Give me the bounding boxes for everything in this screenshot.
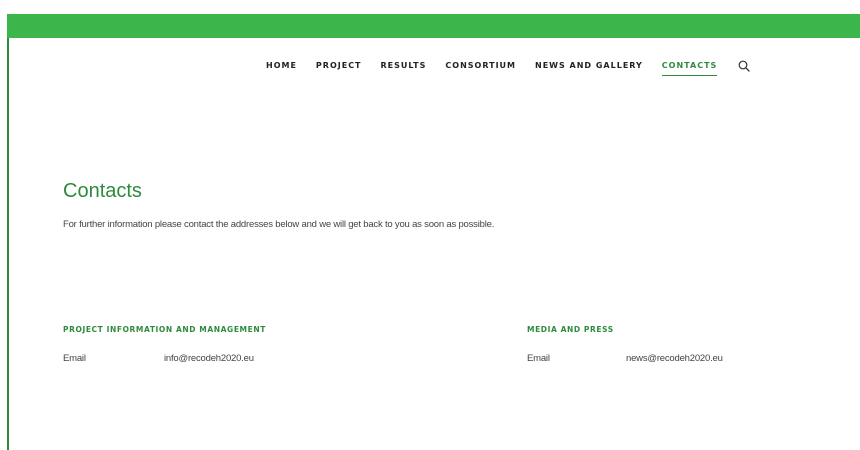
email-label-project: Email bbox=[63, 353, 86, 364]
search-icon[interactable] bbox=[737, 59, 751, 73]
email-link-project[interactable]: info@recodeh2020.eu bbox=[164, 353, 254, 364]
page-title: Contacts bbox=[63, 180, 142, 202]
top-green-bar bbox=[7, 14, 860, 38]
nav-item-home[interactable]: HOME bbox=[266, 60, 297, 72]
nav-item-news-and-gallery[interactable]: NEWS AND GALLERY bbox=[535, 60, 643, 72]
left-border bbox=[7, 14, 9, 450]
main-navigation: HOME PROJECT RESULTS CONSORTIUM NEWS AND… bbox=[266, 56, 751, 76]
section-title-media-and-press: MEDIA AND PRESS bbox=[527, 325, 614, 334]
nav-item-results[interactable]: RESULTS bbox=[381, 60, 427, 72]
intro-text: For further information please contact t… bbox=[63, 219, 495, 230]
email-label-media: Email bbox=[527, 353, 550, 364]
nav-item-contacts[interactable]: CONTACTS bbox=[661, 60, 718, 76]
nav-item-consortium[interactable]: CONSORTIUM bbox=[445, 60, 516, 72]
nav-item-project[interactable]: PROJECT bbox=[316, 60, 362, 72]
page: HOME PROJECT RESULTS CONSORTIUM NEWS AND… bbox=[0, 0, 860, 450]
section-title-project-information: PROJECT INFORMATION AND MANAGEMENT bbox=[63, 325, 266, 334]
email-link-media[interactable]: news@recodeh2020.eu bbox=[626, 353, 723, 364]
